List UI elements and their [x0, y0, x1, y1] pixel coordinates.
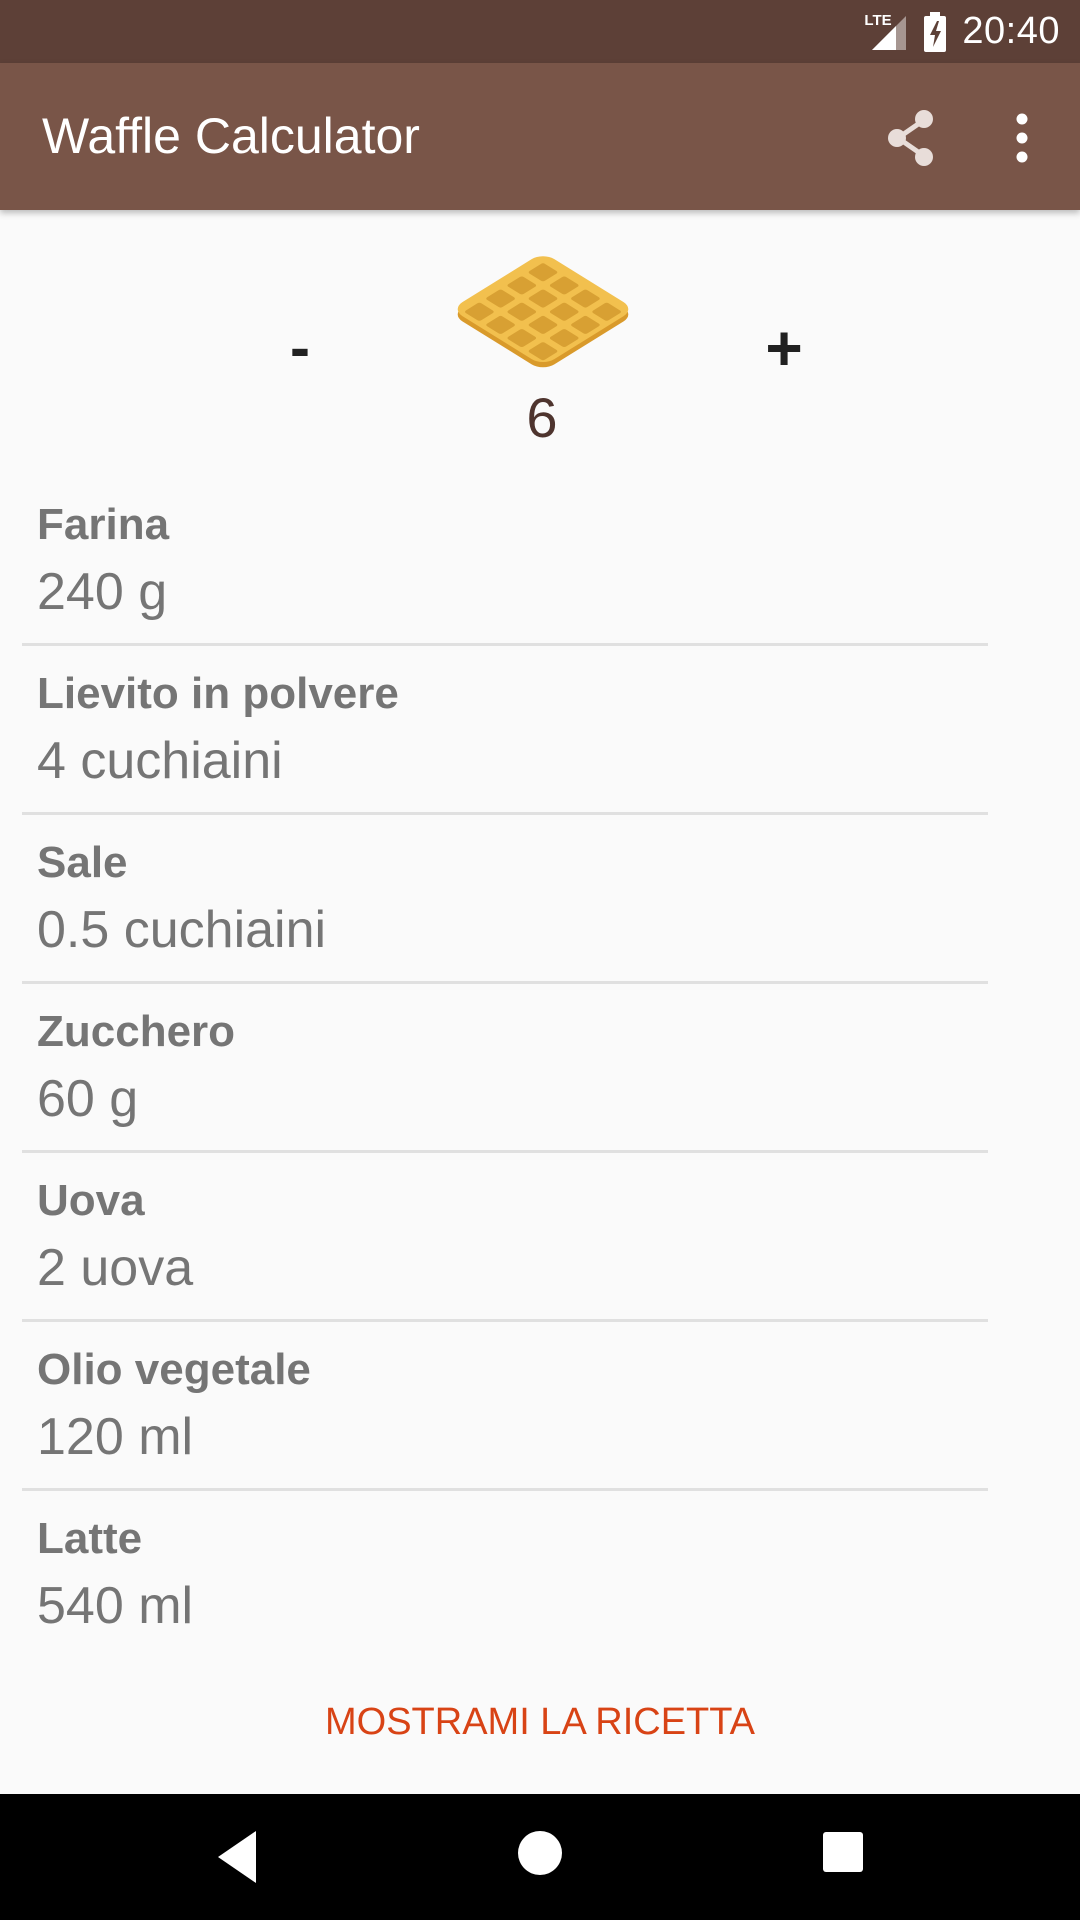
waffle-icon [455, 248, 631, 374]
ingredient-amount: 240 g [37, 563, 168, 621]
share-button[interactable] [880, 106, 944, 170]
ingredient-name: Zucchero [37, 1007, 236, 1056]
ingredient-amount: 2 uova [37, 1239, 194, 1297]
app-bar: Waffle Calculator [0, 63, 1080, 210]
ingredient-name: Lievito in polvere [37, 669, 399, 718]
home-icon[interactable] [518, 1831, 562, 1875]
ingredient-row: Farina 240 g [0, 490, 1080, 658]
ingredient-amount: 540 ml [37, 1577, 194, 1635]
ingredient-amount: 0.5 cuchiaini [37, 901, 327, 959]
more-vert-icon [1016, 113, 1028, 163]
ingredient-name: Sale [37, 838, 128, 887]
ingredient-name: Olio vegetale [37, 1345, 311, 1394]
divider [22, 1488, 988, 1491]
waffle-count: 6 [526, 386, 558, 449]
divider [22, 981, 988, 984]
ingredient-name: Farina [37, 500, 170, 549]
divider [22, 1319, 988, 1322]
ingredient-row: Sale 0.5 cuchiaini [0, 828, 1080, 996]
ingredient-amount: 4 cuchiaini [37, 732, 283, 790]
ingredient-amount: 120 ml [37, 1408, 194, 1466]
ingredient-row: Uova 2 uova [0, 1166, 1080, 1334]
status-bar: LTE 20:40 [0, 0, 1080, 63]
status-time: 20:40 [962, 10, 1060, 52]
divider [22, 643, 988, 646]
divider [22, 1150, 988, 1153]
system-nav-bar [0, 1794, 1080, 1920]
share-icon [888, 110, 933, 166]
ingredient-amount: 60 g [37, 1070, 139, 1128]
show-recipe-button[interactable]: MOSTRAMI LA RICETTA [300, 1690, 780, 1754]
status-icons: LTE 20:40 [862, 0, 1060, 63]
ingredient-row: Olio vegetale 120 ml [0, 1335, 1080, 1503]
ingredient-row: Zucchero 60 g [0, 997, 1080, 1165]
decrease-button[interactable]: - [270, 300, 330, 396]
more-options-button[interactable] [1000, 106, 1044, 170]
ingredient-row: Lievito in polvere 4 cuchiaini [0, 659, 1080, 827]
back-icon[interactable] [214, 1827, 260, 1887]
app-title: Waffle Calculator [42, 108, 420, 164]
divider [22, 812, 988, 815]
recents-icon[interactable] [823, 1832, 863, 1872]
ingredient-name: Latte [37, 1514, 143, 1563]
increase-button[interactable]: + [752, 300, 816, 396]
ingredient-row: Latte 540 ml [0, 1504, 1080, 1672]
ingredient-name: Uova [37, 1176, 145, 1225]
lte-signal-icon: LTE [862, 12, 908, 52]
battery-charging-icon [924, 11, 947, 52]
